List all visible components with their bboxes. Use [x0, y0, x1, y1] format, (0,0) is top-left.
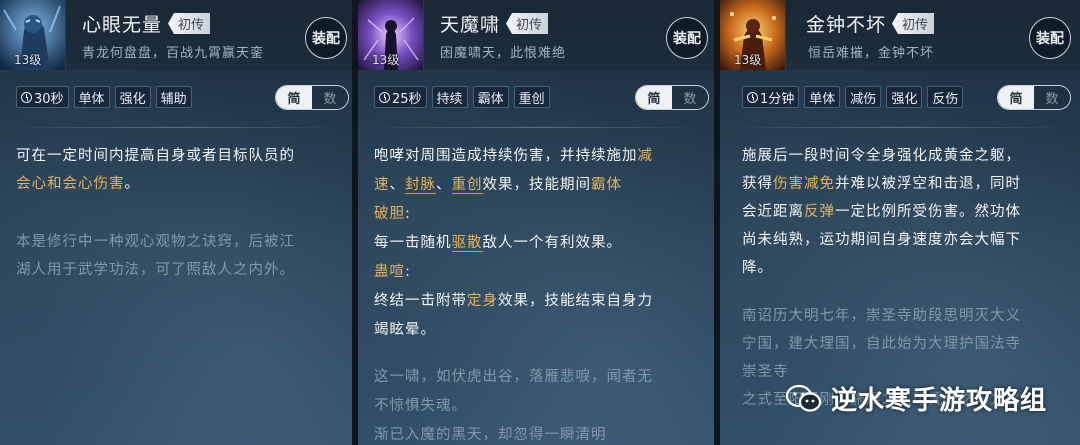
wechat-icon — [785, 384, 823, 414]
title-row: 金钟不坏 初传 — [806, 10, 935, 37]
toggle-simple[interactable]: 简 — [636, 86, 672, 109]
cooldown-tag: 1分钟 — [742, 86, 800, 108]
skill-subtitle: 青龙何盘盘，百战九霄赢天銮 — [82, 46, 265, 61]
toggle-simple[interactable]: 简 — [276, 86, 312, 109]
card-header: 13级 天魔啸 初传 困魔啸天，此恨难绝 装配 — [358, 0, 714, 70]
cooldown-tag: 25秒 — [374, 86, 427, 108]
detail-toggle[interactable]: 简 数 — [635, 85, 709, 110]
skill-tag: 强化 — [886, 86, 923, 108]
rank-badge: 初传 — [892, 13, 935, 34]
skill-tag: 减伤 — [845, 86, 882, 108]
skill-tag: 持续 — [431, 86, 468, 108]
skill-tags: 30秒 单体 强化 辅助 — [16, 86, 192, 108]
skill-tags: 1分钟 单体 减伤 强化 反伤 — [742, 86, 964, 108]
lore-text: 这一啸，如伏虎出谷，落雁悲唳，闻者无 不惊惧失魂。 渐已入魔的黑天，却忽得一瞬清… — [374, 369, 653, 443]
skill-card-jinzhong: 13级 金钟不坏 初传 恒岳难摧，金钟不坏 装配 1分钟 单体 减伤 强化 反伤… — [720, 0, 1080, 445]
skill-tag: 重创 — [513, 86, 550, 108]
rank-badge: 初传 — [168, 13, 211, 34]
skill-name: 天魔啸 — [440, 14, 501, 36]
equip-button[interactable]: 装配 — [666, 17, 708, 59]
skill-card-tianmo: 13级 天魔啸 初传 困魔啸天，此恨难绝 装配 25秒 持续 霸体 重创 简 数… — [358, 0, 714, 445]
skill-level: 13级 — [734, 53, 762, 67]
card-header: 13级 心眼无量 初传 青龙何盘盘，百战九霄赢天銮 装配 — [0, 0, 352, 70]
watermark: 逆水寒手游攻略组 — [785, 380, 1047, 417]
toggle-numeric[interactable]: 数 — [672, 86, 708, 109]
clock-icon — [379, 91, 390, 103]
skill-subtitle: 困魔啸天，此恨难绝 — [440, 46, 567, 61]
clock-icon — [747, 91, 758, 103]
detail-toggle[interactable]: 简 数 — [275, 85, 349, 110]
card-header: 13级 金钟不坏 初传 恒岳难摧，金钟不坏 装配 — [720, 0, 1080, 70]
skill-tag: 单体 — [804, 86, 841, 108]
divider — [372, 127, 700, 128]
clock-icon — [21, 91, 32, 103]
watermark-text: 逆水寒手游攻略组 — [831, 386, 1048, 416]
skill-avatar: 13级 — [358, 0, 424, 70]
effect-text: 可在一定时间内提高自身或者目标队员的 会心和会心伤害。 — [16, 148, 295, 192]
skill-tag: 反伤 — [927, 86, 964, 108]
detail-toggle[interactable]: 简 数 — [997, 85, 1071, 110]
divider — [734, 127, 1066, 128]
toggle-numeric[interactable]: 数 — [312, 86, 348, 109]
toggle-simple[interactable]: 简 — [998, 86, 1034, 109]
skill-tag: 霸体 — [472, 86, 509, 108]
skill-level: 13级 — [14, 53, 42, 67]
lore-text: 本是修行中一种观心观物之诀窍，后被江 湖人用于武学功法，可了照敌人之内外。 — [16, 234, 295, 278]
rank-badge: 初传 — [506, 13, 549, 34]
equip-button[interactable]: 装配 — [1029, 17, 1071, 59]
title-row: 天魔啸 初传 — [440, 10, 549, 37]
skill-level: 13级 — [372, 53, 400, 67]
skill-tag: 强化 — [114, 86, 151, 108]
skill-avatar: 13级 — [0, 0, 66, 70]
skill-card-xinyan: 13级 心眼无量 初传 青龙何盘盘，百战九霄赢天銮 装配 30秒 单体 强化 辅… — [0, 0, 352, 445]
skill-description: 咆哮对周围造成持续伤害，并持续施加减 速、封脉、重创效果，技能期间霸体 破胆: … — [374, 142, 709, 445]
toggle-numeric[interactable]: 数 — [1034, 86, 1070, 109]
skill-tag: 辅助 — [155, 86, 192, 108]
skill-name: 金钟不坏 — [806, 14, 887, 36]
effect-text: 施展后一段时间令全身强化成黄金之躯， 获得伤害减免并难以被浮空和击退，同时 会近… — [742, 148, 1021, 276]
skill-avatar: 13级 — [720, 0, 786, 70]
skill-tags: 25秒 持续 霸体 重创 — [374, 86, 550, 108]
title-row: 心眼无量 初传 — [82, 10, 211, 37]
divider — [14, 127, 338, 128]
equip-button[interactable]: 装配 — [305, 17, 347, 59]
skill-description: 可在一定时间内提高自身或者目标队员的 会心和会心伤害。 本是修行中一种观心观物之… — [16, 142, 346, 300]
skill-tag: 单体 — [73, 86, 110, 108]
effect-text: 咆哮对周围造成持续伤害，并持续施加减 速、封脉、重创效果，技能期间霸体 破胆: … — [374, 148, 653, 338]
cooldown-tag: 30秒 — [16, 86, 69, 108]
skill-name: 心眼无量 — [82, 14, 163, 36]
skill-subtitle: 恒岳难摧，金钟不坏 — [808, 46, 935, 61]
